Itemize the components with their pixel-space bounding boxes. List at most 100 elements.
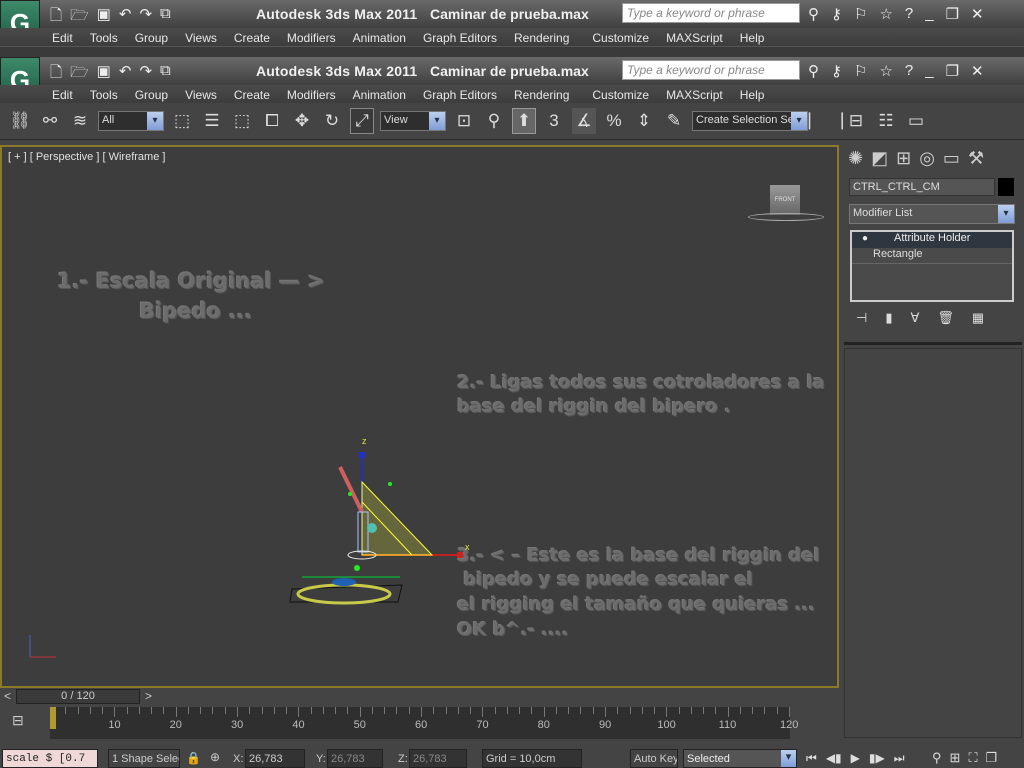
- help-icon[interactable]: ?: [905, 5, 913, 23]
- reference-coord-dropdown[interactable]: View ▾: [380, 111, 446, 131]
- help-icon[interactable]: ?: [905, 62, 913, 80]
- track-bar-toggle-icon[interactable]: ⊟: [12, 712, 24, 729]
- window-crossing-icon[interactable]: ⧠: [260, 108, 284, 134]
- configure-modifier-sets-icon[interactable]: ▦: [972, 310, 984, 326]
- scale-icon[interactable]: ⤢: [350, 108, 374, 134]
- open-icon[interactable]: 🗁: [70, 62, 89, 87]
- search-input[interactable]: Type a keyword or phrase: [622, 60, 800, 80]
- rectangle-selection-icon[interactable]: ⬚: [230, 108, 254, 134]
- go-to-end-icon[interactable]: ⏭: [894, 751, 905, 766]
- lock-selection-icon[interactable]: 🔒: [186, 751, 201, 765]
- zoom-extents-all-icon[interactable]: ❐: [986, 750, 998, 766]
- menu-rendering[interactable]: Rendering: [514, 31, 569, 45]
- menu-tools[interactable]: Tools: [90, 31, 118, 45]
- keyboard-shortcut-override-icon[interactable]: ⬆: [512, 108, 536, 134]
- object-name-field[interactable]: CTRL_CTRL_CM: [849, 178, 995, 196]
- percent-snap-icon[interactable]: %: [602, 108, 626, 134]
- minimize-icon[interactable]: _: [925, 62, 933, 80]
- viewport-shading-menu[interactable]: [ Wireframe ]: [102, 151, 165, 163]
- time-slider[interactable]: < 0 / 120 >: [0, 688, 840, 705]
- viewcube[interactable]: FRONT: [770, 185, 800, 215]
- mirror-icon[interactable]: ⎸⎹: [809, 108, 843, 134]
- angle-snap-icon[interactable]: ∡: [572, 108, 596, 134]
- undo-icon[interactable]: ↶: [119, 5, 132, 30]
- transform-mode-icon[interactable]: ⊕: [210, 750, 220, 764]
- spinner-snap-icon[interactable]: ⇕: [632, 108, 656, 134]
- hierarchy-tab-icon[interactable]: ⊞: [896, 148, 911, 169]
- perspective-viewport[interactable]: [ + ] [ Perspective ] [ Wireframe ] FRON…: [0, 145, 839, 688]
- restore-icon[interactable]: ❐: [946, 5, 959, 23]
- stack-item-rectangle[interactable]: Rectangle: [852, 248, 1012, 264]
- redo-icon[interactable]: ↷: [139, 62, 152, 87]
- menu-customize[interactable]: Customize: [592, 88, 649, 102]
- select-by-name-icon[interactable]: ☰: [200, 108, 224, 134]
- new-icon[interactable]: 🗋: [50, 5, 62, 30]
- named-selection-dropdown[interactable]: Create Selection Se ▾: [692, 111, 808, 131]
- project-icon[interactable]: ⧉: [160, 5, 171, 30]
- display-tab-icon[interactable]: ▭: [943, 148, 960, 169]
- menu-views[interactable]: Views: [185, 31, 217, 45]
- menu-customize[interactable]: Customize: [592, 31, 649, 45]
- menu-maxscript[interactable]: MAXScript: [666, 31, 723, 45]
- selection-filter-dropdown[interactable]: All ▾: [98, 111, 164, 131]
- select-object-icon[interactable]: ⬚: [170, 108, 194, 134]
- z-coordinate-field[interactable]: 26,783: [409, 749, 467, 768]
- menu-views[interactable]: Views: [185, 88, 217, 102]
- utilities-tab-icon[interactable]: ⚒: [968, 148, 984, 169]
- create-tab-icon[interactable]: ✺: [848, 148, 863, 169]
- show-end-result-icon[interactable]: ▮: [885, 310, 892, 326]
- star-icon[interactable]: ☆: [879, 62, 892, 80]
- menu-animation[interactable]: Animation: [353, 31, 406, 45]
- save-icon[interactable]: ▣: [97, 5, 111, 30]
- edit-named-selection-icon[interactable]: ✎: [662, 108, 686, 134]
- modify-tab-icon[interactable]: ◩: [871, 148, 888, 169]
- x-coordinate-field[interactable]: 26,783: [245, 749, 305, 768]
- menu-graph-editors[interactable]: Graph Editors: [423, 31, 497, 45]
- menu-help[interactable]: Help: [740, 88, 765, 102]
- open-icon[interactable]: 🗁: [70, 5, 89, 30]
- menu-group[interactable]: Group: [135, 31, 168, 45]
- snaps-toggle-icon[interactable]: 3: [542, 108, 566, 134]
- play-icon[interactable]: ▶: [851, 751, 860, 766]
- time-next-icon[interactable]: >: [145, 689, 152, 703]
- zoom-icon[interactable]: ⚲: [932, 750, 942, 766]
- time-slider-thumb[interactable]: 0 / 120: [16, 689, 140, 704]
- viewport-menu-plus[interactable]: [ + ]: [8, 151, 27, 163]
- menu-maxscript[interactable]: MAXScript: [666, 88, 723, 102]
- layer-manager-icon[interactable]: ☷: [874, 108, 898, 134]
- zoom-all-icon[interactable]: ⊞: [950, 750, 961, 766]
- zoom-extents-icon[interactable]: ⛶: [968, 750, 977, 766]
- bind-space-warp-icon[interactable]: ≋: [68, 108, 92, 134]
- menu-group[interactable]: Group: [135, 88, 168, 102]
- close-icon[interactable]: ✕: [971, 62, 984, 80]
- binoculars-icon[interactable]: ⚲: [808, 62, 819, 80]
- search-input[interactable]: Type a keyword or phrase: [622, 3, 800, 23]
- save-icon[interactable]: ▣: [97, 62, 111, 87]
- pin-stack-icon[interactable]: ⊣: [856, 310, 867, 326]
- auto-key-button[interactable]: Auto Key: [630, 749, 678, 768]
- satellite-icon[interactable]: ⚐: [854, 62, 867, 80]
- menu-modifiers[interactable]: Modifiers: [287, 88, 336, 102]
- lightbulb-icon[interactable]: ●: [862, 233, 868, 244]
- menu-tools[interactable]: Tools: [90, 88, 118, 102]
- unlink-icon[interactable]: ⚯: [38, 108, 62, 134]
- menu-graph-editors[interactable]: Graph Editors: [423, 88, 497, 102]
- menu-rendering[interactable]: Rendering: [514, 88, 569, 102]
- stack-item-attribute-holder[interactable]: ● Attribute Holder: [852, 232, 1012, 248]
- menu-animation[interactable]: Animation: [353, 88, 406, 102]
- align-icon[interactable]: ⊟: [844, 108, 868, 134]
- pivot-center-icon[interactable]: ⊡: [452, 108, 476, 134]
- go-to-start-icon[interactable]: ⏮: [806, 751, 817, 766]
- make-unique-icon[interactable]: ∀: [910, 310, 919, 326]
- close-icon[interactable]: ✕: [971, 5, 984, 23]
- minimize-icon[interactable]: _: [925, 5, 933, 23]
- manipulate-icon[interactable]: ⚲: [482, 108, 506, 134]
- next-frame-icon[interactable]: ▮▶: [869, 751, 885, 766]
- move-icon[interactable]: ✥: [290, 108, 314, 134]
- viewport-view-menu[interactable]: [ Perspective ]: [30, 151, 100, 163]
- menu-edit[interactable]: Edit: [52, 31, 73, 45]
- menu-create[interactable]: Create: [234, 31, 270, 45]
- object-color-swatch[interactable]: [998, 178, 1014, 196]
- star-icon[interactable]: ☆: [879, 5, 892, 23]
- graphite-ribbon-icon[interactable]: ▭: [904, 108, 928, 134]
